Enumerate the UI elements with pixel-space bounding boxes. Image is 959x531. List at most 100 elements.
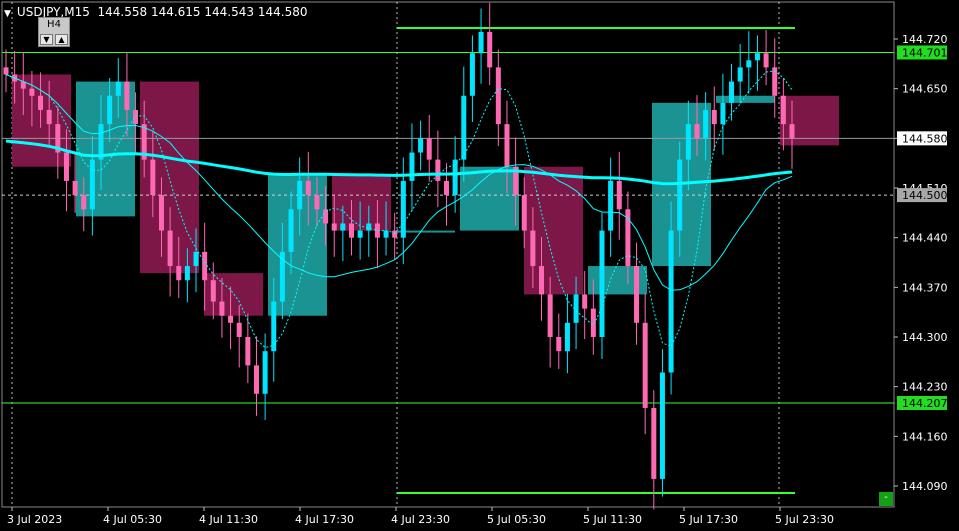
candle-body	[703, 109, 709, 139]
candle-body	[634, 266, 640, 323]
price-chart[interactable]: 144.720144.650144.580144.510144.440144.3…	[0, 0, 959, 531]
candle-body	[521, 195, 527, 231]
timeframe-up-button[interactable]: ▲	[55, 34, 68, 45]
candle-body	[184, 266, 190, 281]
collapse-arrow-icon[interactable]: ▼	[4, 9, 11, 19]
candle-body	[694, 124, 700, 139]
candle-body	[253, 365, 259, 394]
candle-body	[711, 109, 717, 125]
candle-body	[530, 230, 536, 267]
candle-body	[366, 223, 372, 231]
candle-body	[409, 152, 415, 181]
candle-body	[89, 159, 95, 210]
price-tick-label: 144.650	[902, 83, 948, 96]
timeframe-panel: H4 ▼ ▲	[38, 17, 70, 47]
candle-body	[608, 180, 614, 231]
time-tick-label: 5 Jul 17:30	[679, 513, 738, 526]
candle-body	[176, 266, 182, 281]
candle-body	[590, 308, 596, 337]
candle-body	[81, 195, 87, 210]
candle-body	[789, 124, 795, 139]
candle-body	[158, 195, 164, 231]
candle-body	[167, 230, 173, 267]
close-price: 144.580	[257, 5, 308, 19]
candle-body	[478, 31, 484, 54]
price-tick-label: 144.090	[902, 480, 948, 493]
candle-body	[400, 180, 406, 238]
time-tick-label: 4 Jul 11:30	[199, 513, 258, 526]
candle-body	[107, 95, 113, 125]
price-tick-label: 144.230	[902, 381, 948, 394]
candle-body	[582, 294, 588, 309]
candle-body	[435, 159, 441, 181]
candle-body	[504, 124, 510, 167]
candle-body	[3, 67, 9, 75]
candle-body	[729, 81, 735, 103]
candle-body	[469, 53, 475, 96]
high-price: 144.615	[150, 5, 201, 19]
timeframe-label: H4	[47, 19, 61, 30]
time-tick-label: 5 Jul 05:30	[487, 513, 546, 526]
candle-body	[659, 372, 665, 479]
price-tick-label: 144.370	[902, 281, 948, 294]
price-tick-label: 144.160	[902, 430, 948, 443]
candle-body	[461, 95, 467, 160]
candle-body	[38, 95, 44, 110]
candle-body	[392, 230, 398, 238]
timeframe-down-button[interactable]: ▼	[40, 34, 53, 45]
candle-body	[642, 322, 648, 408]
time-tick-label: 5 Jul 23:30	[775, 513, 834, 526]
time-tick-label: 4 Jul 23:30	[391, 513, 450, 526]
time-tick-label: 4 Jul 05:30	[103, 513, 162, 526]
candle-body	[599, 230, 605, 337]
price-label-text: 144.207	[902, 397, 948, 410]
plot-frame	[1, 1, 895, 508]
price-tick-label: 144.720	[902, 33, 948, 46]
candle-body	[72, 180, 78, 196]
candle-body	[210, 280, 216, 302]
time-tick-label: 3 Jul 2023	[7, 513, 62, 526]
candle-body	[288, 209, 294, 252]
candle-body	[150, 159, 156, 196]
time-tick-label: 5 Jul 11:30	[583, 513, 642, 526]
time-tick-label: 4 Jul 17:30	[295, 513, 354, 526]
candle-body	[668, 230, 674, 373]
candle-body	[357, 230, 363, 238]
candle-body	[495, 67, 501, 125]
candle-body	[426, 138, 432, 160]
candle-body	[219, 301, 225, 316]
candle-body	[685, 124, 691, 160]
candle-body	[314, 195, 320, 210]
price-label-text: 144.701	[902, 46, 948, 59]
candle-body	[46, 109, 52, 125]
candle-body	[737, 67, 743, 82]
candle-body	[444, 180, 450, 196]
candle-body	[772, 67, 778, 96]
candle-body	[193, 251, 199, 267]
candle-body	[677, 159, 683, 231]
candle-body	[763, 53, 769, 68]
candle-body	[305, 180, 311, 196]
candle-body	[331, 223, 337, 231]
candle-body	[487, 31, 493, 68]
price-tick-label: 144.440	[902, 232, 948, 245]
candle-body	[202, 251, 208, 281]
collapse-button[interactable]: -	[879, 492, 893, 506]
candle-body	[133, 109, 139, 125]
candle-body	[746, 60, 752, 68]
candle-body	[236, 322, 242, 337]
h4-box	[460, 166, 519, 231]
candle-body	[556, 337, 562, 352]
candle-body	[780, 95, 786, 125]
h4-box	[716, 95, 775, 103]
candle-body	[564, 322, 570, 352]
candle-body	[297, 180, 303, 210]
candle-body	[651, 407, 657, 479]
candle-body	[245, 337, 251, 366]
candle-body	[348, 223, 354, 238]
candle-body	[616, 180, 622, 210]
price-label-text: 144.580	[902, 132, 948, 145]
candle-body	[115, 81, 121, 96]
candle-body	[63, 152, 69, 181]
candle-body	[539, 266, 545, 295]
